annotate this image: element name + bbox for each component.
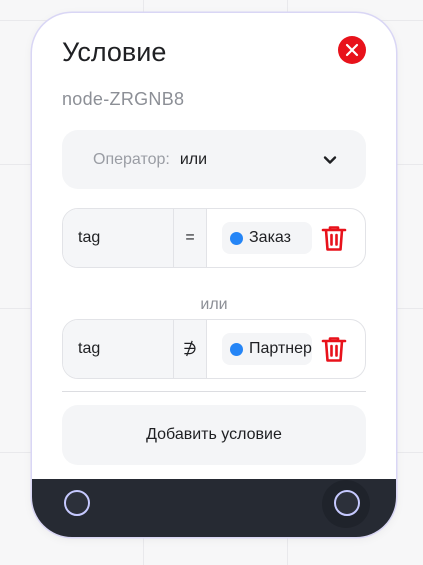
operator-value: или [179, 150, 208, 168]
dot-icon [230, 342, 243, 356]
trash-icon [321, 226, 347, 251]
or-separator: или [200, 296, 228, 313]
condition-field[interactable]: tag [63, 320, 174, 378]
node-footer [32, 479, 396, 537]
condition-value-chip[interactable]: Заказ [222, 222, 312, 254]
condition-value: Партнер [249, 340, 312, 357]
condition-field-label: tag [78, 340, 101, 357]
operator-label: Оператор: [93, 150, 170, 168]
output-handle[interactable] [334, 490, 360, 516]
condition-row: tag = Заказ [62, 208, 366, 268]
condition-operator[interactable]: = [174, 209, 207, 267]
condition-field-label: tag [78, 229, 101, 246]
delete-condition-button[interactable] [319, 334, 349, 364]
condition-field[interactable]: tag [63, 209, 174, 267]
condition-operator[interactable]: ∌ [174, 320, 207, 378]
chevron-down-icon [323, 156, 337, 164]
divider [62, 391, 366, 392]
delete-condition-button[interactable] [319, 223, 349, 253]
condition-value-chip[interactable]: Партнер [222, 333, 312, 365]
node-title: Условие [62, 37, 167, 67]
input-handle[interactable] [64, 490, 90, 516]
add-condition-button[interactable]: Добавить условие [62, 405, 366, 465]
operator-select[interactable]: Оператор: или [62, 130, 366, 189]
trash-icon [321, 337, 347, 362]
close-button[interactable] [338, 36, 366, 64]
node-id: node-ZRGNB8 [62, 89, 185, 109]
condition-node-card[interactable]: Условие node-ZRGNB8 Оператор: или tag = … [32, 13, 396, 537]
dot-icon [230, 231, 243, 245]
condition-row: tag ∌ Партнер [62, 319, 366, 379]
condition-value: Заказ [249, 229, 291, 246]
close-icon [345, 43, 359, 57]
